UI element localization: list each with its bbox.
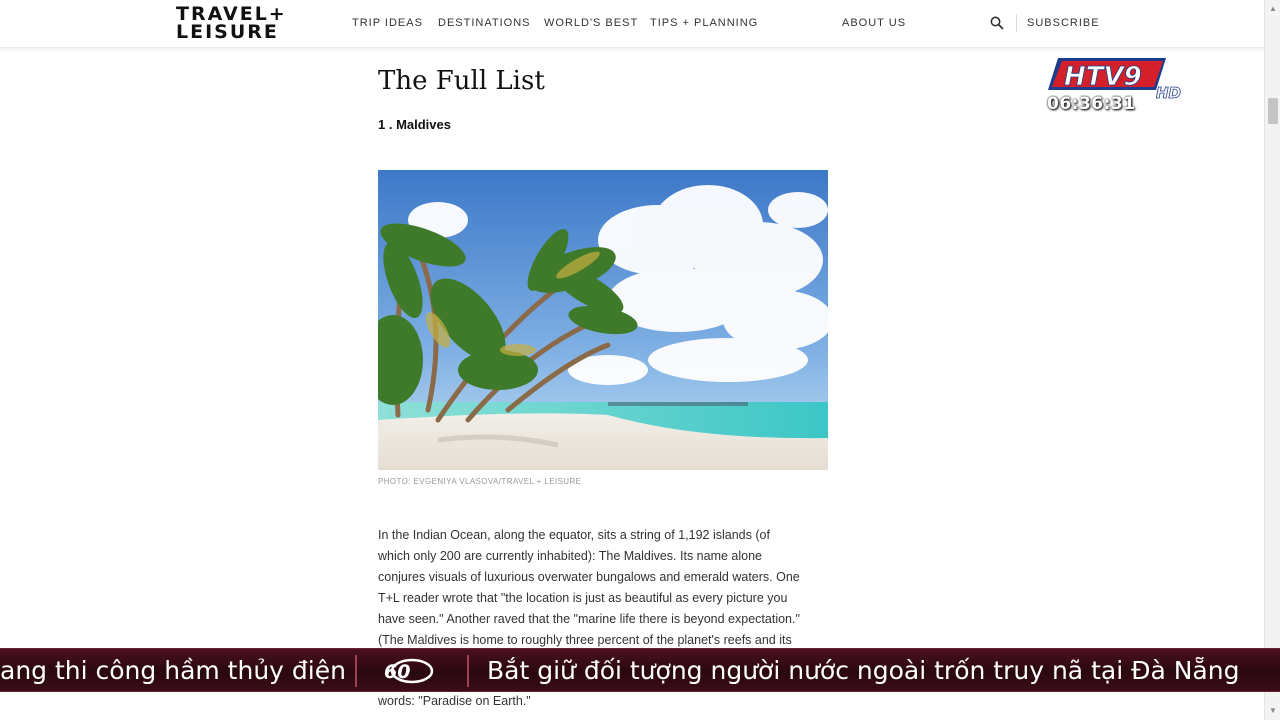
ticker-headline-current: Bắt giữ đối tượng người nước ngoài trốn … (487, 656, 1240, 685)
page-scrollbar[interactable]: ▲ ▼ (1264, 0, 1280, 720)
nav-destinations[interactable]: DESTINATIONS (438, 17, 530, 29)
list-item-title: 1 . Maldives (378, 117, 451, 132)
logo-line-2: LEISURE (176, 21, 279, 43)
ticker-logo-text: 60 (384, 661, 410, 683)
body-line-3: conjures visuals of luxurious overwater … (378, 570, 800, 584)
maldives-beach-photo (378, 170, 828, 470)
60-giay-logo-icon: 60 (384, 658, 434, 684)
body-line-4: T+L reader wrote that "the location is j… (378, 591, 788, 605)
search-icon[interactable] (990, 16, 1004, 30)
subscribe-link[interactable]: SUBSCRIBE (1027, 17, 1100, 29)
article-body: In the Indian Ocean, along the equator, … (378, 525, 838, 651)
travel-leisure-logo[interactable]: TRAVEL+ LEISURE (176, 5, 287, 43)
scroll-down-arrow-icon[interactable]: ▼ (1269, 706, 1277, 715)
ticker-separator (355, 655, 357, 687)
body-line-5: have seen." Another raved that the "mari… (378, 612, 800, 626)
htv-logo-text: HTV9 (1064, 62, 1142, 92)
body-last-line: words: "Paradise on Earth." (378, 694, 531, 708)
site-header: TRAVEL+ LEISURE TRIP IDEAS DESTINATIONS … (0, 0, 1264, 48)
scroll-up-arrow-icon[interactable]: ▲ (1269, 4, 1277, 13)
nav-trip-ideas[interactable]: TRIP IDEAS (352, 17, 423, 29)
header-divider (1016, 14, 1017, 32)
nav-tips-planning[interactable]: TIPS + PLANNING (650, 17, 758, 29)
body-line-1: In the Indian Ocean, along the equator, … (378, 528, 770, 542)
scroll-thumb[interactable] (1268, 98, 1278, 124)
broadcast-clock: 06:36:31 (1047, 94, 1136, 114)
ticker-separator-2 (467, 655, 469, 687)
hd-badge: HD (1156, 84, 1181, 102)
body-line-2: which only 200 are currently inhabited):… (378, 549, 763, 563)
nav-about-us[interactable]: ABOUT US (842, 17, 906, 29)
article-section-title: The Full List (378, 66, 545, 96)
photo-caption: PHOTO: EVGENIYA VLASOVA/TRAVEL + LEISURE (378, 477, 582, 486)
news-ticker: ang thi công hầm thủy điện 60 Bắt giữ đố… (0, 648, 1280, 692)
nav-worlds-best[interactable]: WORLD'S BEST (544, 17, 638, 29)
ticker-headline-previous: ang thi công hầm thủy điện (0, 656, 346, 685)
